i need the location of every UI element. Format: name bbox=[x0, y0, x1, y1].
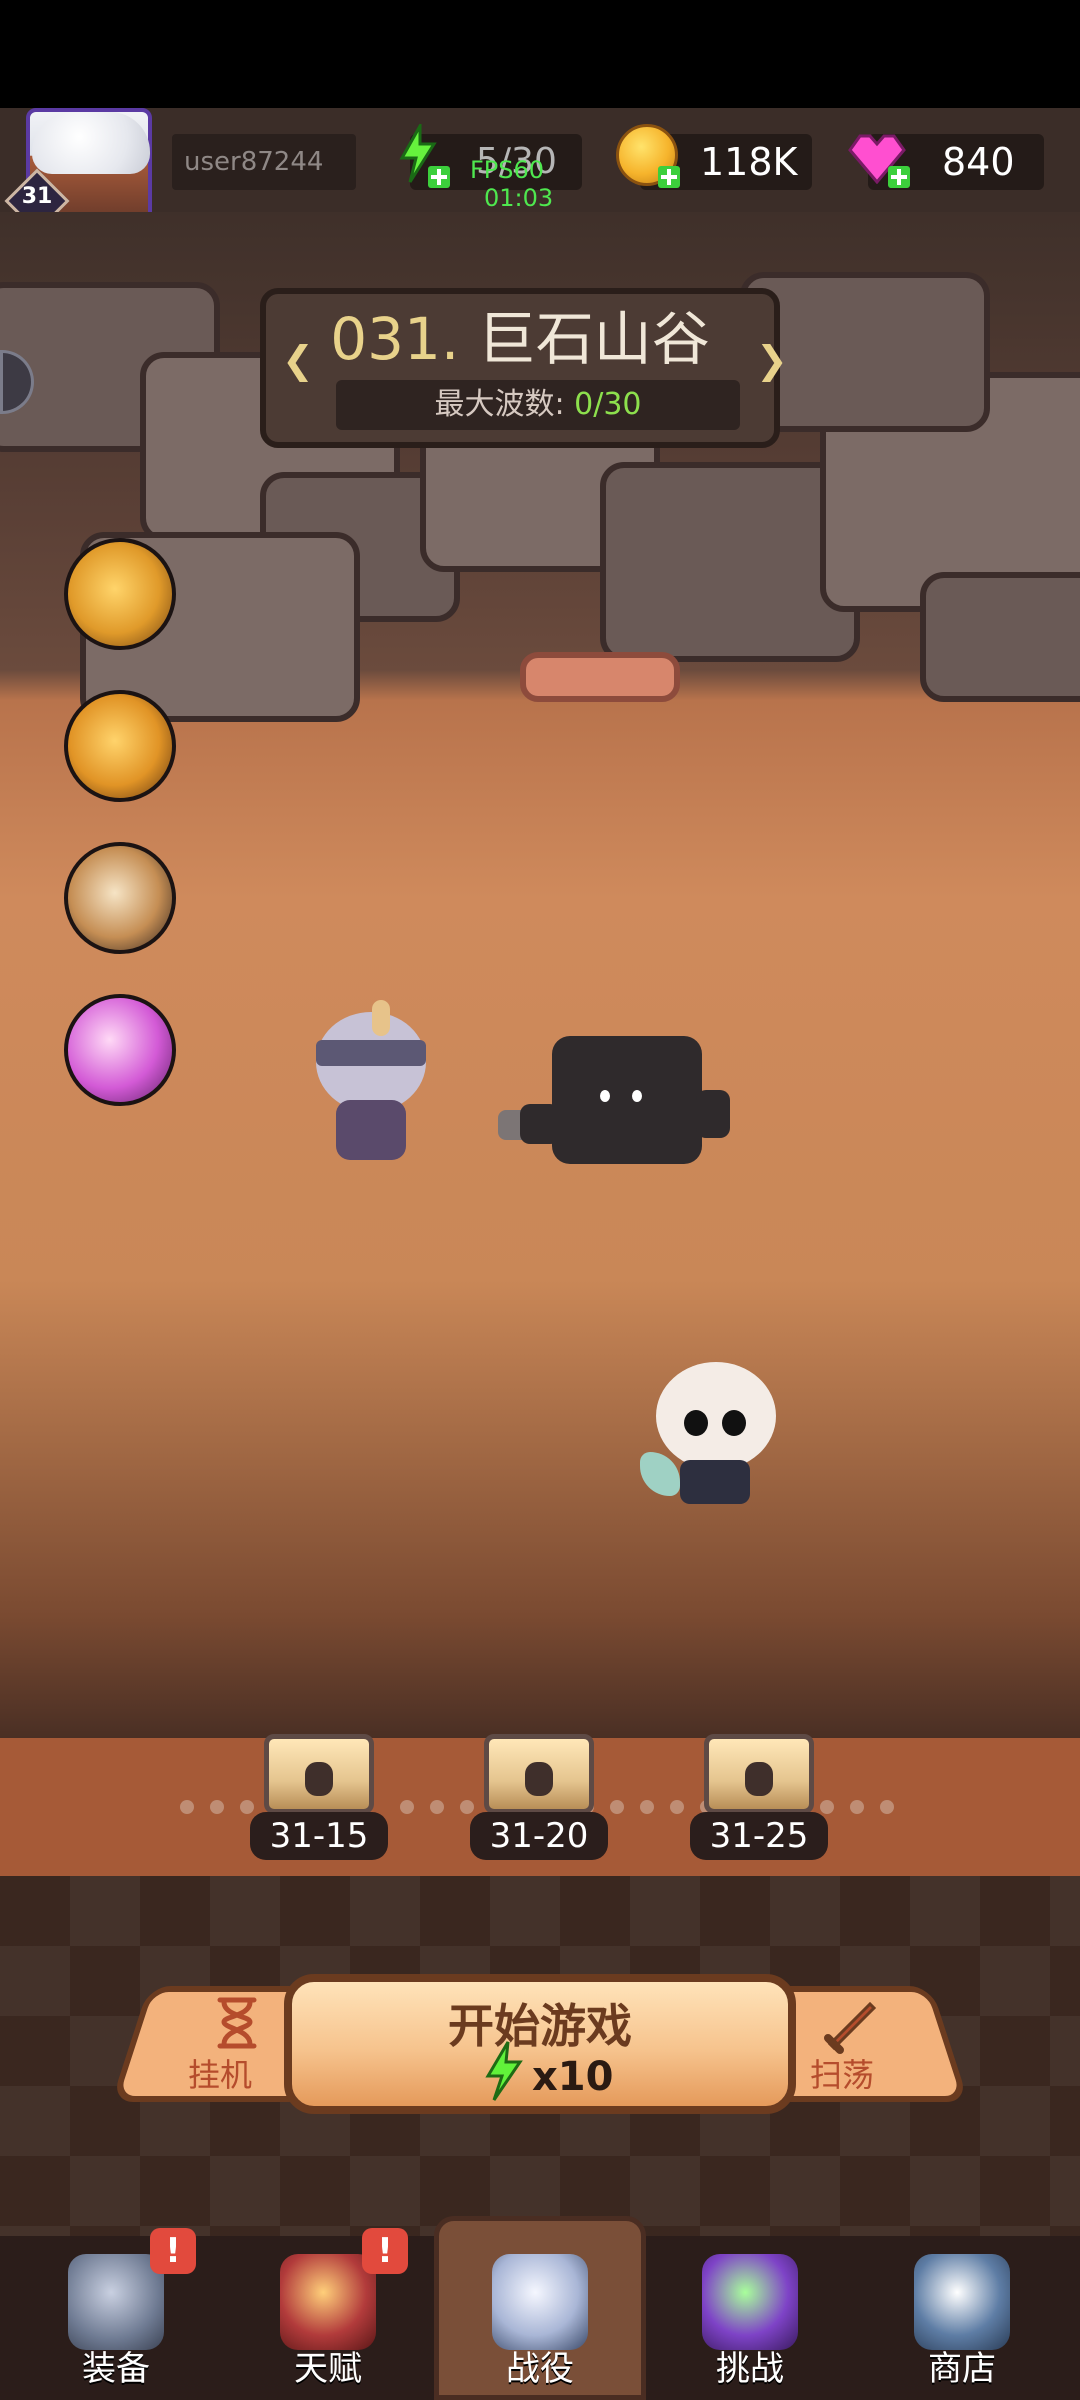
stage-title: 031. 巨石山谷 bbox=[260, 292, 780, 376]
tab-equipment[interactable]: ! 装备 bbox=[26, 2228, 206, 2400]
energy-bolt-icon bbox=[485, 2041, 523, 2101]
lock-icon bbox=[525, 1762, 553, 1796]
crown-icon[interactable] bbox=[64, 690, 176, 802]
chest-label: 31-25 bbox=[690, 1812, 828, 1860]
max-waves-value: 0/30 bbox=[574, 387, 642, 422]
hero-body bbox=[336, 1100, 406, 1160]
chest-label: 31-20 bbox=[470, 1812, 608, 1860]
tab-label: 装备 bbox=[82, 2349, 150, 2389]
progress-dot bbox=[430, 1800, 444, 1814]
sweep-label: 扫荡 bbox=[810, 2056, 875, 2094]
fps-overlay: FPS60 bbox=[470, 156, 545, 184]
rock-rubble bbox=[520, 652, 680, 702]
progress-dot bbox=[180, 1800, 194, 1814]
progress-dot bbox=[880, 1800, 894, 1814]
avatar-hair bbox=[32, 112, 150, 174]
progress-dot bbox=[610, 1800, 624, 1814]
alert-badge: ! bbox=[150, 2228, 196, 2274]
tab-talent[interactable]: ! 天赋 bbox=[238, 2228, 418, 2400]
lock-icon bbox=[745, 1762, 773, 1796]
golem-eye bbox=[600, 1090, 610, 1102]
tab-shop[interactable]: 商店 bbox=[872, 2236, 1052, 2400]
skeleton-enemy bbox=[656, 1362, 776, 1470]
coin-value: 118K bbox=[700, 140, 798, 184]
hero-feather bbox=[372, 1000, 390, 1036]
username-field[interactable]: user87244 bbox=[172, 134, 356, 190]
gem-value: 840 bbox=[942, 140, 1015, 184]
crossed-swords-icon bbox=[492, 2254, 588, 2350]
sword-icon bbox=[824, 2001, 877, 2054]
golem-eye bbox=[632, 1090, 642, 1102]
tab-label: 天赋 bbox=[294, 2349, 362, 2389]
tab-label: 挑战 bbox=[716, 2349, 784, 2389]
progress-dot bbox=[400, 1800, 414, 1814]
energy-timer: 01:03 bbox=[484, 184, 554, 212]
hero-headband bbox=[316, 1040, 426, 1066]
stage-name: 巨石山谷 bbox=[477, 305, 710, 373]
rock bbox=[920, 572, 1080, 702]
tab-label: 战役 bbox=[506, 2349, 574, 2389]
lock-icon bbox=[305, 1762, 333, 1796]
book-icon bbox=[280, 2254, 376, 2350]
idle-label: 挂机 bbox=[188, 2056, 253, 2094]
reward-chest[interactable]: 31-20 bbox=[470, 1716, 608, 1860]
progress-dot bbox=[850, 1800, 864, 1814]
skull-eye bbox=[722, 1410, 746, 1436]
max-waves-box: 最大波数: 0/30 bbox=[336, 380, 740, 430]
progress-dot bbox=[670, 1800, 684, 1814]
skull-eye bbox=[684, 1410, 708, 1436]
shop-sign-icon bbox=[914, 2254, 1010, 2350]
bag-icon[interactable] bbox=[64, 538, 176, 650]
chest-label: 31-15 bbox=[250, 1812, 388, 1860]
start-game-label: 开始游戏 bbox=[448, 1999, 632, 2053]
tab-challenge[interactable]: 挑战 bbox=[660, 2236, 840, 2400]
stage-number: 031. bbox=[330, 305, 460, 373]
energy-plus-icon[interactable] bbox=[428, 166, 450, 188]
tab-label: 商店 bbox=[928, 2349, 996, 2389]
armor-icon bbox=[68, 2254, 164, 2350]
rock-golem-enemy bbox=[552, 1036, 702, 1164]
reward-chest[interactable]: 31-25 bbox=[690, 1716, 828, 1860]
start-cost: x10 bbox=[532, 2054, 614, 2100]
alert-badge: ! bbox=[362, 2228, 408, 2274]
max-waves-label: 最大波数: bbox=[434, 387, 565, 422]
progress-dot bbox=[640, 1800, 654, 1814]
gem-plus-icon[interactable] bbox=[888, 166, 910, 188]
hourglass-icon bbox=[217, 1997, 257, 2049]
reward-chest[interactable]: 31-15 bbox=[250, 1716, 388, 1860]
dragon-icon bbox=[702, 2254, 798, 2350]
coin-plus-icon[interactable] bbox=[658, 166, 680, 188]
progress-dot bbox=[210, 1800, 224, 1814]
skeleton-body bbox=[680, 1460, 750, 1504]
gift-icon[interactable] bbox=[64, 994, 176, 1106]
tab-campaign[interactable]: 战役 bbox=[450, 2236, 630, 2400]
scroll-icon[interactable] bbox=[64, 842, 176, 954]
golem-arm bbox=[696, 1090, 730, 1138]
